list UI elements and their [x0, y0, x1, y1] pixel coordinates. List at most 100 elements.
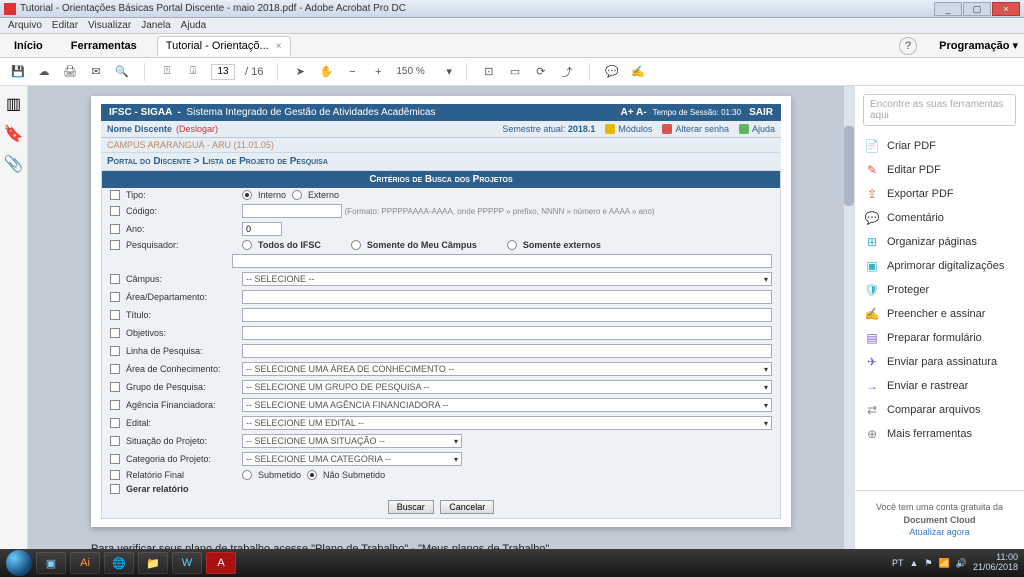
titulo-input[interactable]	[242, 308, 772, 322]
checkbox[interactable]	[110, 240, 120, 250]
campus-select[interactable]: -- SELECIONE --	[242, 272, 772, 286]
fit-page-icon[interactable]: ▭	[507, 64, 523, 80]
update-link[interactable]: Atualizar agora	[909, 527, 970, 537]
tool-item[interactable]: ✈Enviar para assinatura	[855, 350, 1024, 374]
modulos-link[interactable]: Módulos	[605, 124, 652, 134]
buscar-button[interactable]: Buscar	[388, 500, 434, 514]
checkbox[interactable]	[110, 190, 120, 200]
tray-flag-icon[interactable]: ⚑	[924, 558, 932, 569]
document-viewer[interactable]: IFSC - SIGAA - Sistema Integrado de Gest…	[28, 86, 854, 549]
linha-input[interactable]	[242, 344, 772, 358]
print-icon[interactable]: 🖨	[62, 64, 78, 80]
tools-search[interactable]: Encontre as suas ferramentas aqui	[863, 94, 1016, 126]
bookmark-icon[interactable]: 🔖	[4, 124, 24, 144]
menu-visualizar[interactable]: Visualizar	[88, 20, 131, 31]
tab-inicio[interactable]: Início	[6, 37, 51, 55]
close-button[interactable]: ×	[992, 2, 1020, 16]
rotate-icon[interactable]: ⟳	[533, 64, 549, 80]
edital-select[interactable]: -- SELECIONE UM EDITAL --	[242, 416, 772, 430]
ajuda-link[interactable]: Ajuda	[739, 124, 775, 134]
start-button[interactable]	[6, 550, 32, 576]
minimize-button[interactable]: _	[934, 2, 962, 16]
tab-ferramentas[interactable]: Ferramentas	[63, 37, 145, 55]
objetivos-input[interactable]	[242, 326, 772, 340]
tool-item[interactable]: ⊞Organizar páginas	[855, 230, 1024, 254]
zoom-level[interactable]: 150 %	[396, 66, 436, 77]
zoom-out-icon[interactable]: −	[344, 64, 360, 80]
criteria-header: Critérios de Busca dos Projetos	[102, 171, 780, 188]
radio-externo[interactable]	[292, 190, 302, 200]
comment-icon[interactable]: 💬	[604, 64, 620, 80]
caption-text: Para verificar seus plano de trabalho ac…	[91, 537, 791, 549]
cancelar-button[interactable]: Cancelar	[440, 500, 494, 514]
tool-label: Criar PDF	[887, 140, 936, 152]
programacao-menu[interactable]: Programação ▾	[939, 39, 1018, 52]
alterar-senha-link[interactable]: Alterar senha	[662, 124, 729, 134]
font-size-controls[interactable]: A+ A-	[621, 107, 647, 118]
attach-icon[interactable]: 📎	[4, 154, 24, 174]
maximize-button[interactable]: ▢	[963, 2, 991, 16]
codigo-input[interactable]	[242, 204, 342, 218]
agencia-select[interactable]: -- SELECIONE UMA AGÊNCIA FINANCIADORA --	[242, 398, 772, 412]
tool-item[interactable]: ✍Preencher e assinar	[855, 302, 1024, 326]
taskbar-item[interactable]: A	[206, 552, 236, 574]
tool-item[interactable]: ⇪Exportar PDF	[855, 182, 1024, 206]
tool-item[interactable]: ✎Editar PDF	[855, 158, 1024, 182]
menu-ajuda[interactable]: Ajuda	[181, 20, 207, 31]
sign-icon[interactable]: ✍	[630, 64, 646, 80]
taskbar-item[interactable]: W	[172, 552, 202, 574]
grupo-select[interactable]: -- SELECIONE UM GRUPO DE PESQUISA --	[242, 380, 772, 394]
pointer-icon[interactable]: ➤	[292, 64, 308, 80]
tool-icon: 💬	[865, 211, 879, 225]
tool-item[interactable]: ▤Preparar formulário	[855, 326, 1024, 350]
tool-item[interactable]: →Enviar e rastrear	[855, 374, 1024, 398]
tools-panel: Encontre as suas ferramentas aqui 📄Criar…	[854, 86, 1024, 549]
share-icon[interactable]: ⤴	[559, 64, 575, 80]
area-dep-input[interactable]	[242, 290, 772, 304]
menu-arquivo[interactable]: Arquivo	[8, 20, 42, 31]
tool-item[interactable]: 🛡Proteger	[855, 278, 1024, 302]
taskbar-item[interactable]: ▣	[36, 552, 66, 574]
categoria-select[interactable]: -- SELECIONE UMA CATEGORIA --	[242, 452, 462, 466]
tray-network-icon[interactable]: 📶	[939, 558, 950, 569]
checkbox[interactable]	[110, 206, 120, 216]
tool-item[interactable]: 📄Criar PDF	[855, 134, 1024, 158]
fit-width-icon[interactable]: ⊡	[481, 64, 497, 80]
hand-icon[interactable]: ✋	[318, 64, 334, 80]
checkbox[interactable]	[110, 224, 120, 234]
save-icon[interactable]: 💾	[10, 64, 26, 80]
scrollbar[interactable]	[844, 86, 854, 549]
tab-bar: Início Ferramentas Tutorial - Orientaçõ.…	[0, 34, 1024, 58]
zoom-in-icon[interactable]: +	[370, 64, 386, 80]
tab-close-icon[interactable]: ×	[276, 41, 282, 52]
tool-item[interactable]: 💬Comentário	[855, 206, 1024, 230]
tool-item[interactable]: ⇄Comparar arquivos	[855, 398, 1024, 422]
tab-document[interactable]: Tutorial - Orientaçõ... ×	[157, 36, 291, 56]
cloud-icon[interactable]: ☁	[36, 64, 52, 80]
page-up-icon[interactable]: ⍐	[159, 64, 175, 80]
taskbar-item[interactable]: 📁	[138, 552, 168, 574]
taskbar-item[interactable]: Ai	[70, 552, 100, 574]
tool-item[interactable]: ⊕Mais ferramentas	[855, 422, 1024, 446]
area-conhec-select[interactable]: -- SELECIONE UMA ÁREA DE CONHECIMENTO --	[242, 362, 772, 376]
menu-editar[interactable]: Editar	[52, 20, 78, 31]
page-number-input[interactable]	[211, 64, 235, 80]
help-icon[interactable]: ?	[899, 37, 917, 55]
tray-lang[interactable]: PT	[892, 558, 904, 568]
page-down-icon[interactable]: ⍗	[185, 64, 201, 80]
radio-interno[interactable]	[242, 190, 252, 200]
tray-icon[interactable]: ▲	[910, 558, 919, 568]
menu-janela[interactable]: Janela	[141, 20, 170, 31]
tray-clock[interactable]: 11:00 21/06/2018	[973, 553, 1018, 573]
tool-item[interactable]: ▣Aprimorar digitalizações	[855, 254, 1024, 278]
thumbnails-icon[interactable]: ▥	[6, 94, 21, 114]
ano-input[interactable]	[242, 222, 282, 236]
search-icon[interactable]: 🔍	[114, 64, 130, 80]
taskbar-item[interactable]: 🌐	[104, 552, 134, 574]
sair-link[interactable]: SAIR	[749, 107, 773, 118]
mail-icon[interactable]: ✉	[88, 64, 104, 80]
pesquisador-input[interactable]	[232, 254, 772, 268]
situacao-select[interactable]: -- SELECIONE UMA SITUAÇÃO --	[242, 434, 462, 448]
tray-volume-icon[interactable]: 🔊	[956, 558, 967, 569]
deslogar-link[interactable]: (Deslogar)	[176, 124, 218, 134]
